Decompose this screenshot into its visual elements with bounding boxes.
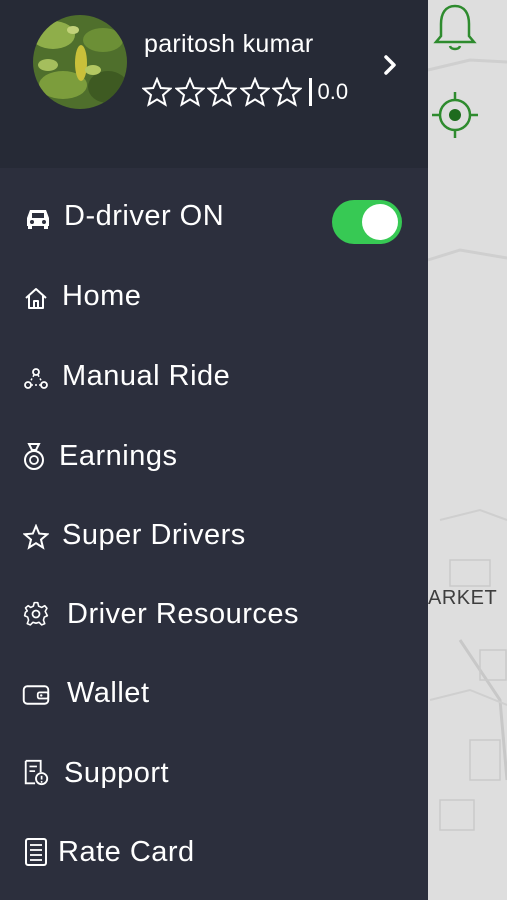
earnings-icon — [20, 442, 48, 470]
navigation-drawer: paritosh kumar 0.0 D-driver ON Home Manu… — [0, 0, 428, 900]
toggle-knob — [362, 204, 398, 240]
menu-item-label: Home — [62, 280, 142, 312]
menu-item-label: Rate Card — [58, 836, 195, 868]
manual-ride-icon — [22, 364, 50, 392]
star-outline-icon — [174, 77, 205, 107]
driver-status-toggle[interactable] — [332, 200, 402, 244]
user-name: paritosh kumar — [144, 30, 314, 58]
menu-item-super-drivers[interactable]: Super Drivers — [0, 509, 428, 565]
rating-divider — [308, 78, 312, 106]
gear-icon — [22, 600, 50, 628]
menu-item-label: Super Drivers — [62, 519, 246, 551]
menu-item-label: Manual Ride — [62, 360, 231, 392]
bell-icon — [433, 4, 477, 51]
rating-row: 0.0 — [142, 76, 348, 108]
profile-header[interactable]: paritosh kumar 0.0 — [0, 0, 428, 168]
menu-item-support[interactable]: Support — [0, 747, 428, 803]
menu-item-earnings[interactable]: Earnings — [0, 430, 428, 486]
star-outline-icon — [239, 77, 270, 107]
chevron-right-icon[interactable] — [380, 52, 400, 78]
menu-item-label: Wallet — [67, 677, 150, 709]
my-location-button[interactable] — [430, 90, 484, 144]
notifications-button[interactable] — [433, 2, 487, 56]
star-outline-icon — [207, 77, 237, 107]
home-icon — [22, 284, 50, 312]
rate-card-icon — [22, 838, 50, 866]
menu-item-home[interactable]: Home — [0, 270, 428, 326]
avatar-photo — [33, 15, 127, 109]
wallet-icon — [22, 681, 50, 709]
star-outline-icon — [272, 77, 302, 107]
support-icon — [22, 759, 50, 787]
menu-item-rate-card[interactable]: Rate Card — [0, 826, 428, 882]
avatar[interactable] — [33, 15, 127, 109]
menu-item-label: Support — [64, 757, 170, 789]
menu-item-driver-resources[interactable]: Driver Resources — [0, 588, 428, 644]
menu-item-label: Driver Resources — [67, 598, 299, 630]
map-place-label: ARKET — [428, 587, 498, 609]
menu-item-wallet[interactable]: Wallet — [0, 667, 428, 723]
star-icon — [22, 523, 50, 551]
menu-item-manual-ride[interactable]: Manual Ride — [0, 350, 428, 406]
rating-value: 0.0 — [317, 79, 349, 104]
star-outline-icon — [142, 77, 172, 107]
car-icon — [24, 204, 52, 232]
crosshair-icon — [432, 92, 478, 138]
driver-status-label: D-driver ON — [64, 200, 225, 232]
menu-item-label: Earnings — [59, 440, 178, 472]
